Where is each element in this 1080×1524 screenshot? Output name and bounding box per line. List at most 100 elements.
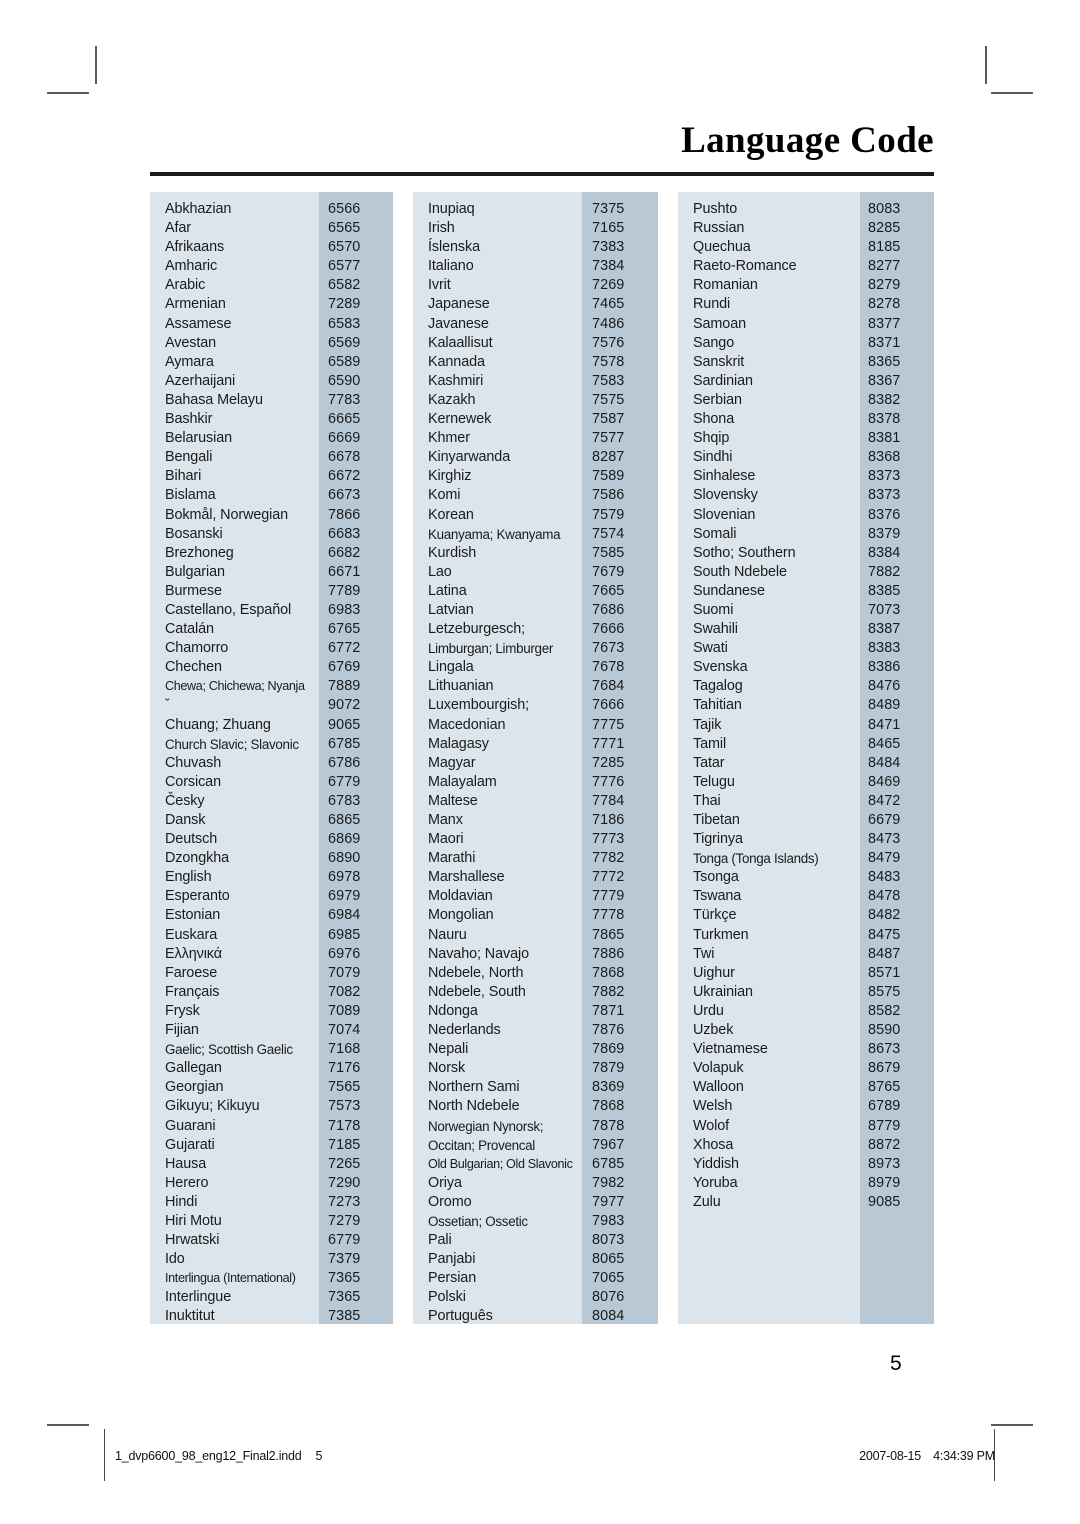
- language-name: Marshallese: [428, 869, 505, 886]
- language-name: Twi: [693, 945, 715, 962]
- language-code: 6569: [328, 334, 361, 351]
- language-row: Dzongkha 6890: [150, 849, 393, 868]
- language-name: Sinhalese: [693, 468, 756, 485]
- language-row: Wolof 8779: [678, 1117, 934, 1136]
- language-name: Italiano: [428, 258, 474, 275]
- language-row: Maori 7773: [413, 830, 658, 849]
- language-row: Afar 6565: [150, 219, 393, 238]
- language-row: Sinhalese 8373: [678, 467, 934, 486]
- language-row: Nepali 7869: [413, 1040, 658, 1059]
- language-code: 8367: [868, 372, 901, 389]
- language-name: Latvian: [428, 601, 474, 618]
- language-code: 7285: [592, 754, 625, 771]
- language-code: 7871: [592, 1002, 625, 1019]
- language-code: 6865: [328, 812, 361, 828]
- language-row: Hindi 7273: [150, 1193, 393, 1212]
- language-code: 7587: [592, 411, 625, 428]
- language-name: Kinyarwanda: [428, 449, 511, 466]
- language-code: 8185: [868, 239, 901, 256]
- language-row: Faroese 7079: [150, 964, 393, 983]
- language-code: 7576: [592, 334, 625, 351]
- language-row: Ndebele, North 7868: [413, 964, 658, 983]
- language-row: Twi 8487: [678, 945, 934, 964]
- language-row: Hiri Motu 7279: [150, 1212, 393, 1231]
- language-code: 8285: [868, 220, 901, 237]
- language-code: 8373: [868, 487, 901, 504]
- language-code: 8679: [868, 1060, 901, 1077]
- language-row: Sanskrit 8365: [678, 353, 934, 372]
- language-name: Kalaallisut: [428, 334, 493, 351]
- language-name: Moldavian: [428, 888, 493, 905]
- language-row: Oromo 7977: [413, 1193, 658, 1212]
- language-row: Maltese 7784: [413, 792, 658, 811]
- language-code: 7384: [592, 258, 625, 275]
- language-code: 6673: [328, 487, 361, 504]
- language-row: Tonga (Tonga Islands) 8479: [678, 849, 934, 868]
- language-row: Interlingue 7365: [150, 1288, 393, 1307]
- language-name: Swahili: [693, 621, 738, 638]
- language-name: Old Bulgarian; Old Slavonic: [428, 1156, 573, 1171]
- language-name: Shqip: [693, 430, 730, 447]
- language-name: Georgian: [165, 1079, 224, 1096]
- language-row: Quechua 8185: [678, 238, 934, 257]
- language-name: Assamese: [165, 315, 232, 332]
- language-row: Manx 7186: [413, 811, 658, 830]
- language-row: Bihari 6672: [150, 467, 393, 486]
- language-row: Burmese 7789: [150, 582, 393, 601]
- language-row: Moldavian 7779: [413, 887, 658, 906]
- language-name: Swati: [693, 640, 728, 657]
- language-name: Gikuyu; Kikuyu: [165, 1098, 260, 1115]
- language-code: 6785: [592, 1155, 625, 1172]
- language-name: Tajik: [693, 716, 722, 733]
- language-code: 7089: [328, 1002, 361, 1019]
- language-code: 9072: [328, 697, 361, 714]
- language-row: Chuang; Zhuang 9065: [150, 716, 393, 735]
- language-code: 6765: [328, 621, 361, 638]
- language-rows-3: Pushto 8083 Russian 8285 Quechua 8185 Raeto-Ro…: [678, 192, 934, 1212]
- language-name: Yiddish: [693, 1155, 739, 1172]
- language-name: Malagasy: [428, 735, 489, 752]
- language-name: Vietnamese: [693, 1041, 768, 1058]
- language-row: Français 7082: [150, 983, 393, 1002]
- language-name: Telugu: [693, 773, 735, 790]
- language-code: 8482: [868, 907, 901, 924]
- language-row: Kannada 7578: [413, 353, 658, 372]
- language-row: Slovenian 8376: [678, 506, 934, 525]
- language-row: Nauru 7865: [413, 926, 658, 945]
- language-row: Ndebele, South 7882: [413, 983, 658, 1002]
- language-name: Abkhazian: [165, 201, 232, 217]
- language-name: Norsk: [428, 1060, 466, 1077]
- language-row: Norwegian Nynorsk; 7878: [413, 1117, 658, 1136]
- language-name: ˇ: [165, 697, 170, 714]
- language-code: 8478: [868, 888, 901, 905]
- language-row: Fijian 7074: [150, 1021, 393, 1040]
- language-code: 7079: [328, 964, 361, 981]
- language-row: Church Slavic; Slavonic 6785: [150, 735, 393, 754]
- language-name: Quechua: [693, 239, 751, 256]
- language-code: 8382: [868, 391, 901, 408]
- language-name: Deutsch: [165, 831, 218, 848]
- language-name: Kannada: [428, 353, 485, 370]
- language-name: Euskara: [165, 926, 218, 943]
- language-name: English: [165, 869, 212, 886]
- language-code: 6565: [328, 220, 361, 237]
- language-name: Kirghiz: [428, 468, 472, 485]
- language-row: Marathi 7782: [413, 849, 658, 868]
- language-name: Xhosa: [693, 1136, 734, 1153]
- language-row: Pushto 8083: [678, 200, 934, 219]
- language-name: Nepali: [428, 1041, 469, 1058]
- language-row: Slovensky 8373: [678, 486, 934, 505]
- language-name: Tagalog: [693, 678, 743, 695]
- language-code: 6979: [328, 888, 361, 905]
- language-code: 7486: [592, 315, 625, 332]
- language-name: Magyar: [428, 754, 476, 771]
- language-row: Rundi 8278: [678, 295, 934, 314]
- language-row: Limburgan; Limburger 7673: [413, 639, 658, 658]
- language-code: 7176: [328, 1060, 361, 1077]
- language-row: Turkmen 8475: [678, 926, 934, 945]
- language-code: 7783: [328, 391, 361, 408]
- language-row: Telugu 8469: [678, 773, 934, 792]
- language-row: Azerhaijani 6590: [150, 372, 393, 391]
- language-row: Uighur 8571: [678, 964, 934, 983]
- language-name: Occitan; Provencal: [428, 1137, 535, 1153]
